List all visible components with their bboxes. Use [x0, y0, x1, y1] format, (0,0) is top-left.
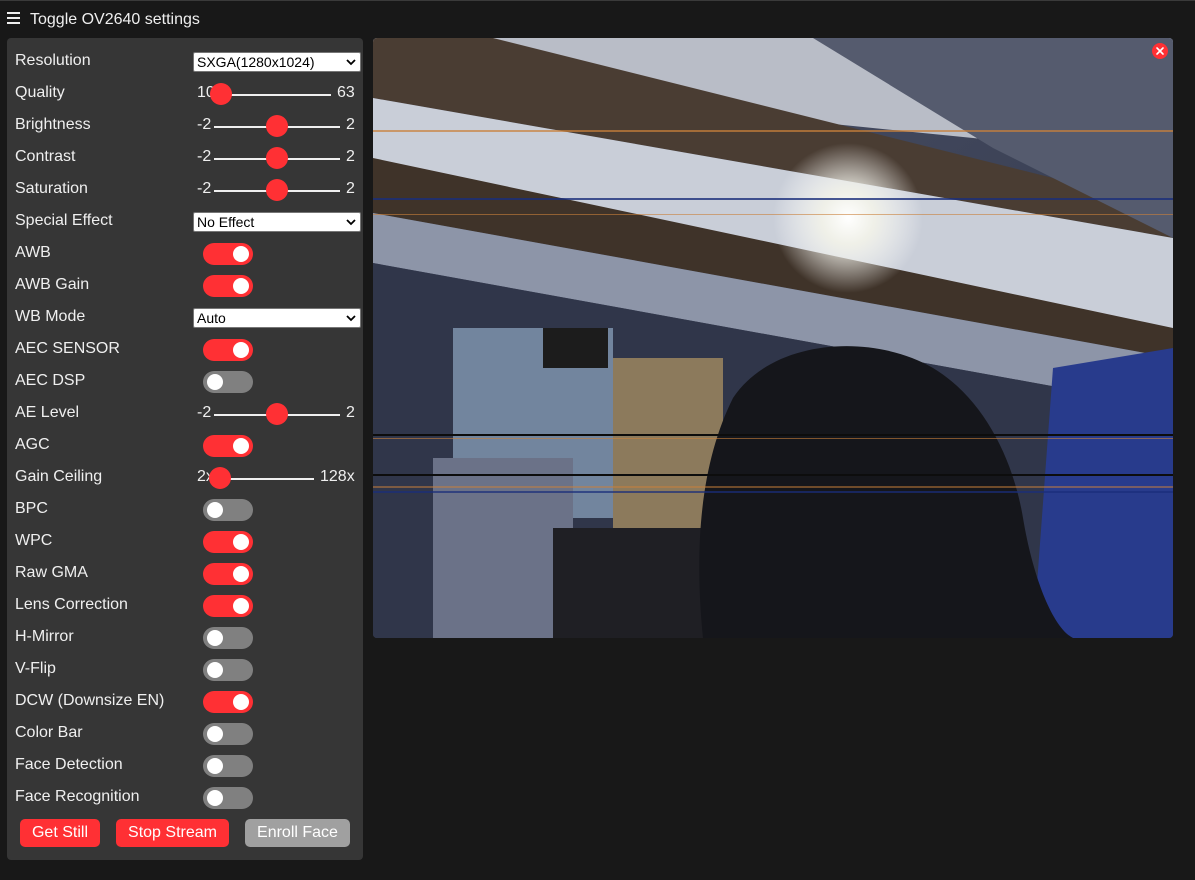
setting-label-agc: AGC	[15, 436, 50, 453]
face-detection-toggle-knob	[207, 758, 223, 774]
setting-row-color-bar: Color Bar	[15, 710, 355, 745]
setting-row-wpc: WPC	[15, 518, 355, 553]
setting-label-lens-correction: Lens Correction	[15, 596, 128, 613]
setting-row-wb-mode: WB Mode Auto	[15, 294, 361, 328]
saturation-min-label: -2	[197, 180, 212, 197]
setting-row-gain-ceiling: Gain Ceiling 2x 128x	[15, 454, 355, 489]
setting-label-gain-ceiling: Gain Ceiling	[15, 468, 103, 485]
setting-row-special-effect: Special Effect No Effect	[15, 198, 361, 232]
ae-level-min-label: -2	[197, 404, 212, 421]
face-recognition-toggle[interactable]	[203, 787, 253, 809]
color-bar-toggle-knob	[207, 726, 223, 742]
setting-label-face-recognition: Face Recognition	[15, 788, 140, 805]
gain-ceiling-slider[interactable]	[217, 478, 314, 480]
setting-row-h-mirror: H-Mirror	[15, 614, 355, 649]
get-still-button[interactable]: Get Still	[20, 819, 100, 847]
h-mirror-toggle-knob	[207, 630, 223, 646]
awb-toggle-knob	[233, 246, 249, 262]
setting-label-dcw-downsize-en: DCW (Downsize EN)	[15, 692, 165, 709]
hamburger-icon[interactable]	[7, 12, 20, 25]
setting-label-color-bar: Color Bar	[15, 724, 83, 741]
wb-mode-select[interactable]: Auto	[193, 308, 361, 328]
setting-row-aec-dsp: AEC DSP	[15, 358, 355, 393]
setting-label-awb-gain: AWB Gain	[15, 276, 90, 293]
setting-row-face-recognition: Face Recognition	[15, 774, 355, 809]
saturation-max-label: 2	[346, 180, 355, 197]
setting-row-lens-correction: Lens Correction	[15, 582, 355, 617]
close-icon	[1156, 47, 1164, 55]
setting-label-ae-level: AE Level	[15, 404, 80, 421]
chevron-down-icon	[346, 315, 356, 322]
setting-label-awb: AWB	[15, 244, 51, 261]
setting-row-resolution: Resolution SXGA(1280x1024)	[15, 38, 361, 72]
awb-gain-toggle-knob	[233, 278, 249, 294]
stop-stream-button[interactable]: Stop Stream	[116, 819, 229, 847]
resolution-select[interactable]: SXGA(1280x1024)	[193, 52, 361, 72]
setting-label-face-detection: Face Detection	[15, 756, 123, 773]
contrast-min-label: -2	[197, 148, 212, 165]
contrast-max-label: 2	[346, 148, 355, 165]
top-bar: Toggle OV2640 settings	[0, 0, 1195, 38]
v-flip-toggle-knob	[207, 662, 223, 678]
setting-label-raw-gma: Raw GMA	[15, 564, 88, 581]
ae-level-max-label: 2	[346, 404, 355, 421]
setting-label-bpc: BPC	[15, 500, 48, 517]
setting-row-quality: Quality 10 63	[15, 70, 355, 105]
setting-label-brightness: Brightness	[15, 116, 91, 133]
quality-max-label: 63	[337, 84, 355, 101]
setting-row-contrast: Contrast -2 2	[15, 134, 355, 169]
setting-row-v-flip: V-Flip	[15, 646, 355, 681]
toggle-settings-link[interactable]: Toggle OV2640 settings	[30, 11, 200, 29]
setting-row-aec-sensor: AEC SENSOR	[15, 326, 355, 361]
setting-label-aec-sensor: AEC SENSOR	[15, 340, 120, 357]
setting-label-v-flip: V-Flip	[15, 660, 56, 677]
aec-sensor-toggle-knob	[233, 342, 249, 358]
setting-label-special-effect: Special Effect	[15, 212, 113, 229]
setting-label-quality: Quality	[15, 84, 65, 101]
face-recognition-toggle-knob	[207, 790, 223, 806]
dcw-downsize-en-toggle-knob	[233, 694, 249, 710]
chevron-down-icon	[346, 219, 356, 226]
setting-row-raw-gma: Raw GMA	[15, 550, 355, 585]
setting-label-h-mirror: H-Mirror	[15, 628, 74, 645]
settings-panel: Resolution SXGA(1280x1024) Quality 10 63 Brig…	[7, 38, 363, 860]
raw-gma-toggle-knob	[233, 566, 249, 582]
special-effect-select[interactable]: No Effect	[193, 212, 361, 232]
enroll-face-button[interactable]: Enroll Face	[245, 819, 350, 847]
setting-label-resolution: Resolution	[15, 52, 91, 69]
close-stream-button[interactable]	[1152, 43, 1168, 59]
agc-toggle-knob	[233, 438, 249, 454]
setting-label-aec-dsp: AEC DSP	[15, 372, 86, 389]
setting-row-bpc: BPC	[15, 486, 355, 521]
resolution-selected-value: SXGA(1280x1024)	[197, 54, 315, 70]
setting-row-agc: AGC	[15, 422, 355, 457]
aec-dsp-toggle-knob	[207, 374, 223, 390]
camera-stream-image	[373, 38, 1173, 638]
setting-row-awb: AWB	[15, 230, 355, 265]
bpc-toggle-knob	[207, 502, 223, 518]
setting-row-brightness: Brightness -2 2	[15, 102, 355, 137]
setting-row-ae-level: AE Level -2 2	[15, 390, 355, 425]
chevron-down-icon	[346, 59, 356, 66]
setting-label-contrast: Contrast	[15, 148, 76, 165]
setting-row-dcw-downsize-en: DCW (Downsize EN)	[15, 678, 355, 713]
wb-mode-selected-value: Auto	[197, 310, 226, 326]
gain-ceiling-max-label: 128x	[320, 468, 355, 485]
brightness-max-label: 2	[346, 116, 355, 133]
quality-slider[interactable]	[218, 94, 331, 96]
setting-row-saturation: Saturation -2 2	[15, 166, 355, 201]
setting-label-saturation: Saturation	[15, 180, 88, 197]
setting-row-face-detection: Face Detection	[15, 742, 355, 777]
brightness-min-label: -2	[197, 116, 212, 133]
stream-photo	[373, 38, 1173, 638]
setting-row-awb-gain: AWB Gain	[15, 262, 355, 297]
special-effect-selected-value: No Effect	[197, 214, 255, 230]
lens-correction-toggle-knob	[233, 598, 249, 614]
wpc-toggle-knob	[233, 534, 249, 550]
setting-label-wpc: WPC	[15, 532, 53, 549]
setting-label-wb-mode: WB Mode	[15, 308, 86, 325]
